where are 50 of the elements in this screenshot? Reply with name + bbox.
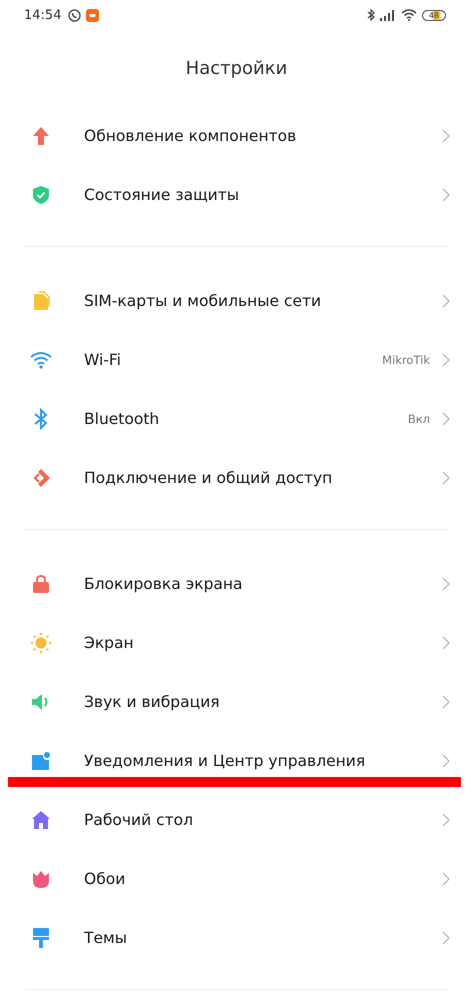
settings-item[interactable]: Обновление компонентов: [0, 106, 473, 165]
settings-item[interactable]: Блокировка экрана: [0, 554, 473, 613]
chevron-right-icon: [442, 128, 450, 142]
settings-item[interactable]: Рабочий стол: [0, 790, 473, 849]
settings-item[interactable]: Bluetooth Вкл: [0, 389, 473, 448]
item-label: Уведомления и Центр управления: [84, 752, 366, 770]
item-label: Блокировка экрана: [84, 574, 244, 592]
item-label: Обои: [84, 870, 126, 888]
chevron-right-icon: [442, 188, 450, 202]
app-notification-icon: [86, 8, 100, 22]
item-label: Подключение и общий доступ: [84, 468, 334, 486]
settings-item[interactable]: Экран: [0, 613, 473, 672]
settings-item[interactable]: Wi-Fi MikroTik: [0, 330, 473, 389]
settings-item[interactable]: Звук и вибрация: [0, 672, 473, 731]
phone-call-icon: [68, 8, 82, 22]
chevron-right-icon: [442, 412, 450, 426]
settings-item[interactable]: Состояние защиты: [0, 165, 473, 224]
chevron-right-icon: [442, 694, 450, 708]
wifi-icon: [28, 350, 54, 368]
chevron-right-icon: [442, 754, 450, 768]
chevron-right-icon: [442, 470, 450, 484]
settings-item[interactable]: Обои: [0, 849, 473, 908]
signal-icon: [380, 10, 396, 20]
settings-item[interactable]: Подключение и общий доступ: [0, 448, 473, 507]
item-label: Звук и вибрация: [84, 692, 221, 710]
item-label: Wi-Fi: [84, 350, 122, 368]
settings-item[interactable]: Уведомления и Центр управления: [0, 731, 473, 790]
chevron-right-icon: [442, 294, 450, 308]
item-label: SIM-карты и мобильные сети: [84, 292, 322, 310]
chevron-right-icon: [442, 352, 450, 366]
page-title: Настройки: [186, 58, 288, 78]
chevron-right-icon: [442, 812, 450, 826]
sun-icon: [28, 632, 54, 654]
bluetooth-icon: [366, 9, 375, 21]
settings-item[interactable]: SIM-карты и мобильные сети: [0, 271, 473, 330]
settings-item[interactable]: Темы: [0, 908, 473, 967]
item-label: Темы: [84, 928, 128, 946]
item-label: Рабочий стол: [84, 810, 194, 828]
chevron-right-icon: [442, 872, 450, 886]
chevron-right-icon: [442, 576, 450, 590]
item-value: Вкл: [408, 412, 430, 426]
chevron-right-icon: [442, 636, 450, 650]
item-label: Обновление компонентов: [84, 126, 298, 144]
item-label: Состояние защиты: [84, 186, 240, 204]
item-value: MikroTik: [382, 352, 430, 366]
wifi-status-icon: [400, 9, 417, 21]
chevron-right-icon: [442, 930, 450, 944]
item-label: Bluetooth: [84, 410, 160, 428]
item-label: Экран: [84, 634, 135, 652]
status-time: 14:54: [24, 8, 62, 22]
